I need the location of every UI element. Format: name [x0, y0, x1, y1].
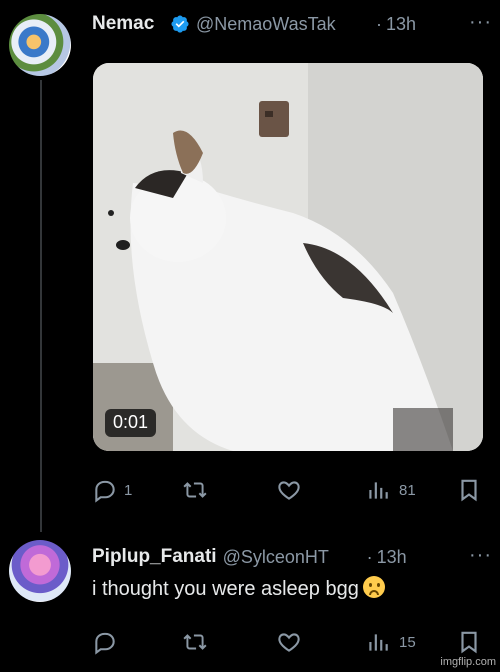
reply-button[interactable]: 1 — [92, 477, 132, 503]
verified-badge-icon — [170, 14, 190, 34]
analytics-icon — [365, 477, 391, 503]
bookmark-button[interactable] — [456, 629, 482, 655]
view-count: 15 — [399, 633, 416, 651]
retweet-button[interactable] — [182, 629, 208, 655]
timestamp[interactable]: 13h — [377, 547, 407, 568]
tweet-actions: 1 81 — [92, 476, 488, 504]
views-button[interactable]: 81 — [365, 477, 416, 503]
bookmark-button[interactable] — [456, 477, 482, 503]
heart-icon — [276, 629, 302, 655]
tweet-body: i thought you were asleep bgg — [92, 578, 359, 600]
video-timestamp: 0:01 — [105, 409, 157, 437]
retweet-icon — [182, 629, 208, 655]
retweet-button[interactable] — [182, 477, 208, 503]
bookmark-icon — [456, 629, 482, 655]
views-button[interactable]: 15 — [365, 629, 416, 655]
display-name[interactable]: Nemac — [92, 13, 166, 35]
retweet-icon — [182, 477, 208, 503]
heart-icon — [276, 477, 302, 503]
view-count: 81 — [399, 481, 416, 499]
thread-connector — [40, 80, 42, 532]
more-options-icon[interactable]: ··· — [469, 11, 492, 34]
reply-button[interactable] — [92, 629, 118, 655]
video-frame-cat — [93, 63, 483, 451]
reply-icon — [92, 477, 118, 503]
timestamp[interactable]: 13h — [386, 14, 416, 35]
reply-icon — [92, 629, 118, 655]
user-handle[interactable]: @SylceonHT — [223, 547, 363, 568]
bookmark-icon — [456, 477, 482, 503]
avatar[interactable] — [9, 540, 71, 602]
tweet-actions: 15 — [92, 628, 488, 656]
like-button[interactable] — [276, 477, 302, 503]
separator: · — [366, 546, 373, 567]
tweet-header: Nemac @NemaoWasTak · 13h ··· — [92, 11, 492, 36]
video-player[interactable]: 0:01 — [93, 63, 483, 451]
tweet-text: i thought you were asleep bgg — [92, 576, 385, 601]
display-name[interactable]: Piplup_Fanati — [92, 546, 217, 568]
more-options-icon[interactable]: ··· — [469, 544, 492, 567]
user-handle[interactable]: @NemaoWasTak — [196, 14, 372, 35]
reply-count: 1 — [124, 481, 133, 499]
analytics-icon — [365, 629, 391, 655]
tweet-header: Piplup_Fanati @SylceonHT · 13h ··· — [92, 544, 492, 569]
watermark: imgflip.com — [440, 656, 496, 668]
frowning-face-icon — [362, 576, 385, 598]
separator: · — [376, 13, 382, 34]
avatar[interactable] — [9, 14, 71, 76]
like-button[interactable] — [276, 629, 302, 655]
